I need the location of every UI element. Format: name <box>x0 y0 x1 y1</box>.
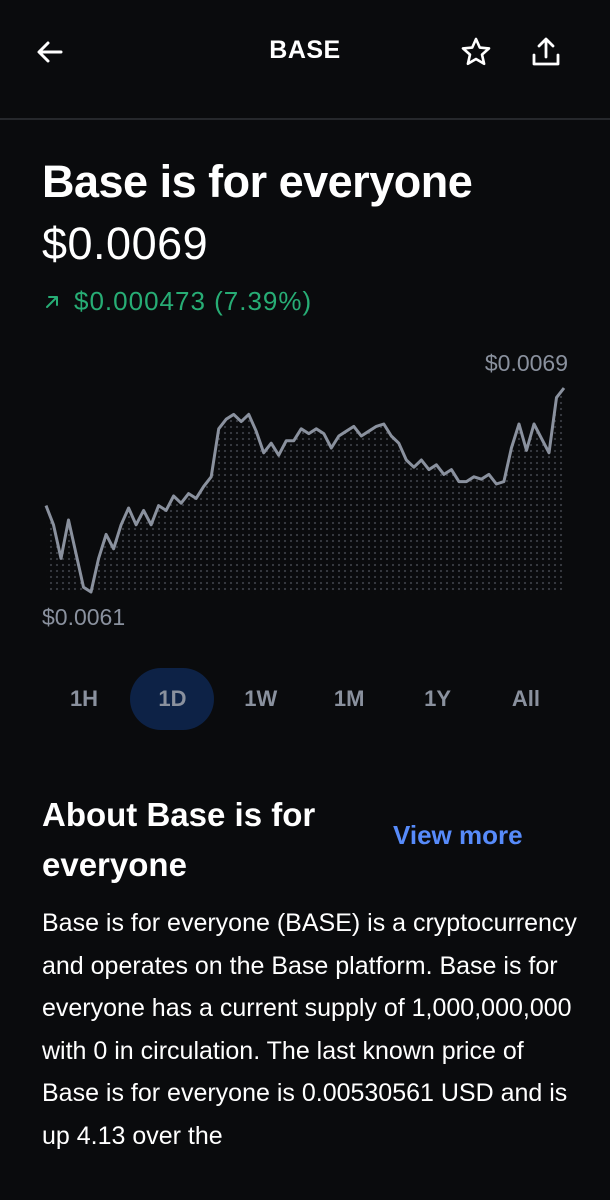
asset-name: Base is for everyone <box>42 156 473 207</box>
share-icon <box>532 37 560 66</box>
range-1d-button[interactable]: 1D <box>130 668 215 730</box>
chart-svg <box>44 387 566 594</box>
range-1y-button[interactable]: 1Y <box>396 668 480 730</box>
chart-area <box>46 388 564 594</box>
star-icon <box>461 37 491 66</box>
arrow-up-right-icon <box>44 294 60 310</box>
price-change: $0.000473 (7.39%) <box>44 286 312 317</box>
favorite-button[interactable] <box>456 32 496 72</box>
page-title: BASE <box>269 36 341 64</box>
about-title: About Base is for everyone <box>42 796 316 883</box>
share-button[interactable] <box>526 32 566 72</box>
price-chart[interactable]: $0.0069 $0.0061 <box>0 340 610 640</box>
price-change-value: $0.000473 (7.39%) <box>74 286 313 316</box>
chart-low-label: $0.0061 <box>42 604 126 630</box>
range-1w-button[interactable]: 1W <box>219 668 303 730</box>
time-range-selector: 1H 1D 1W 1M 1Y All <box>42 668 568 730</box>
top-bar: BASE <box>0 0 610 120</box>
range-1m-button[interactable]: 1M <box>307 668 391 730</box>
about-description: Base is for everyone (BASE) is a cryptoc… <box>42 909 577 1150</box>
asset-price: $0.0069 <box>42 218 209 269</box>
range-1h-button[interactable]: 1H <box>42 668 126 730</box>
view-more-link[interactable]: View more <box>393 820 523 851</box>
range-all-button[interactable]: All <box>484 668 568 730</box>
